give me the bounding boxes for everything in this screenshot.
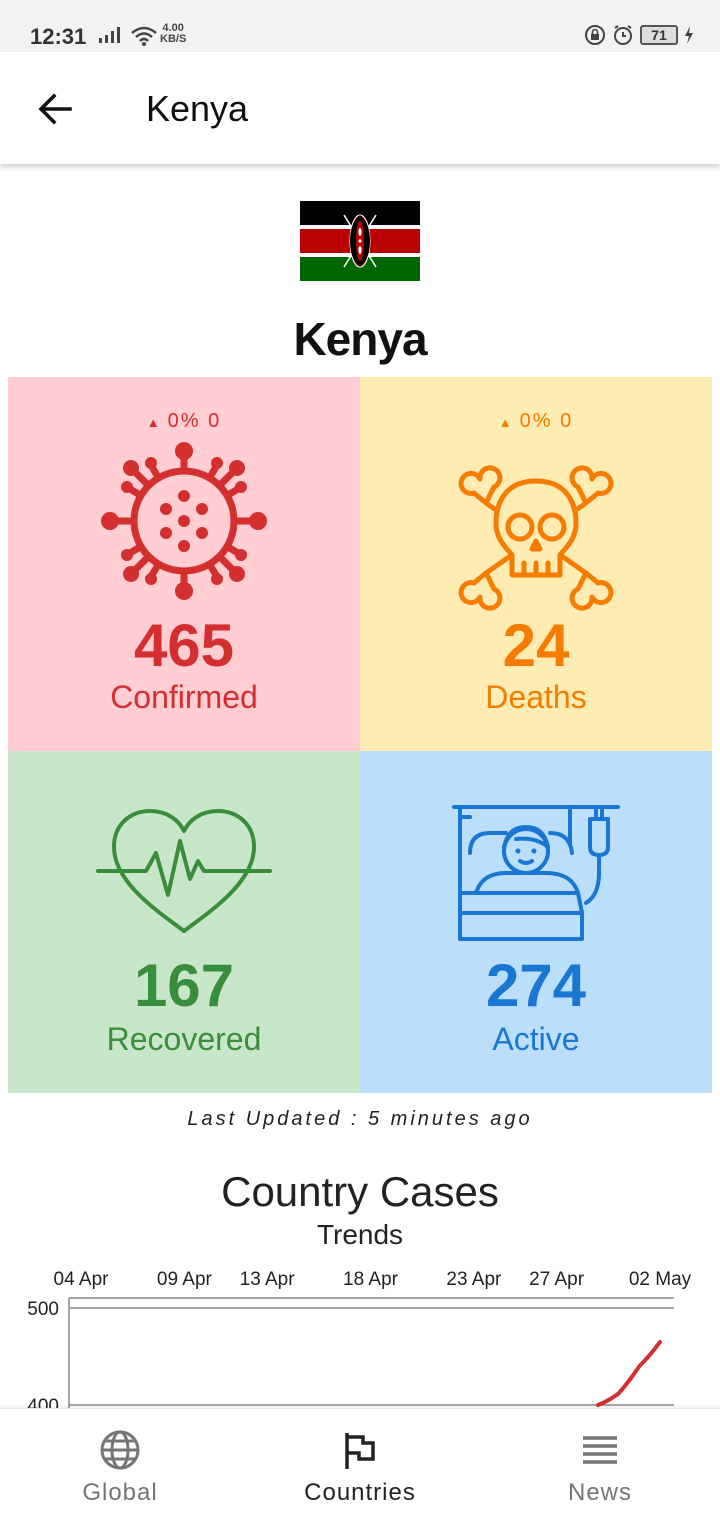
deaths-value: 24 bbox=[502, 612, 570, 679]
triangle-up-icon: ▲ bbox=[498, 415, 512, 430]
status-time: 12:31 bbox=[30, 24, 87, 49]
deaths-label: Deaths bbox=[485, 679, 587, 715]
triangle-up-icon: ▲ bbox=[146, 415, 160, 430]
kenya-flag-icon bbox=[300, 201, 420, 281]
x-tick-label: 23 Apr bbox=[446, 1269, 502, 1290]
skull-crossbones-icon bbox=[458, 465, 614, 611]
active-value: 274 bbox=[485, 952, 587, 1019]
x-tick-label: 09 Apr bbox=[157, 1269, 213, 1290]
battery-indicator: 71 bbox=[640, 25, 678, 45]
app-bar: Kenya bbox=[0, 52, 720, 164]
globe-icon bbox=[100, 1430, 140, 1470]
net-speed-unit: KB/S bbox=[160, 33, 187, 45]
confirmed-card[interactable]: ▲ 0% 0 465 Confirmed bbox=[8, 377, 360, 751]
news-icon bbox=[583, 1436, 617, 1464]
confirmed-delta-pct: 0% bbox=[167, 410, 201, 432]
deaths-delta-count: 0 bbox=[560, 410, 574, 432]
x-tick-label: 04 Apr bbox=[54, 1269, 110, 1290]
recovered-card[interactable]: 167 Recovered bbox=[8, 751, 360, 1093]
x-tick-label: 27 Apr bbox=[529, 1269, 585, 1290]
y-tick-label: 500 bbox=[27, 1299, 59, 1320]
net-speed: 4.00 KB/S bbox=[160, 23, 186, 45]
country-name: Kenya bbox=[293, 313, 427, 365]
alarm-icon bbox=[614, 25, 632, 45]
deaths-delta: ▲ 0% 0 bbox=[360, 410, 712, 433]
recovered-value: 167 bbox=[133, 952, 235, 1019]
confirmed-delta: ▲ 0% 0 bbox=[8, 410, 360, 433]
section-title: Country Cases bbox=[221, 1168, 499, 1215]
virus-icon bbox=[101, 442, 267, 600]
confirmed-value: 465 bbox=[133, 612, 235, 679]
x-tick-label: 13 Apr bbox=[240, 1269, 296, 1290]
x-tick-label: 02 May bbox=[629, 1269, 692, 1290]
nav-global[interactable]: Global bbox=[0, 1409, 240, 1520]
active-label: Active bbox=[492, 1021, 580, 1057]
series-line bbox=[595, 1339, 662, 1407]
heartbeat-icon bbox=[96, 809, 272, 933]
nav-news-label: News bbox=[567, 1479, 632, 1506]
section-subtitle: Trends bbox=[316, 1219, 404, 1250]
nav-news[interactable]: News bbox=[480, 1409, 720, 1520]
confirmed-delta-count: 0 bbox=[208, 410, 222, 432]
y-tick-label: 400 bbox=[27, 1396, 59, 1408]
lock-rotation-icon bbox=[585, 25, 605, 45]
charging-icon bbox=[685, 26, 693, 44]
status-bar: 12:31 4.00 KB/S 71 bbox=[0, 0, 720, 52]
trend-chart[interactable]: 04 Apr 09 Apr 13 Apr 18 Apr 23 Apr 27 Apr 02 M… bbox=[0, 1262, 720, 1408]
deaths-delta-pct: 0% bbox=[519, 410, 553, 432]
recovered-label: Recovered bbox=[106, 1021, 262, 1057]
patient-bed-icon bbox=[452, 805, 620, 941]
x-tick-label: 18 Apr bbox=[343, 1269, 399, 1290]
bottom-nav: Global Countries News bbox=[0, 1408, 720, 1520]
signal-icon bbox=[99, 27, 120, 43]
confirmed-label: Confirmed bbox=[110, 679, 258, 715]
nav-countries[interactable]: Countries bbox=[240, 1409, 480, 1520]
page-title: Kenya bbox=[146, 88, 249, 129]
active-card[interactable]: 274 Active bbox=[360, 751, 712, 1093]
arrow-left-icon[interactable] bbox=[30, 86, 80, 132]
last-updated: Last Updated : 5 minutes ago bbox=[187, 1108, 533, 1130]
wifi-icon bbox=[131, 26, 157, 46]
nav-countries-label: Countries bbox=[304, 1479, 416, 1506]
flag-icon bbox=[345, 1433, 375, 1469]
deaths-card[interactable]: ▲ 0% 0 24 Deaths bbox=[360, 377, 712, 751]
nav-global-label: Global bbox=[82, 1479, 158, 1506]
status-right: 71 bbox=[584, 24, 694, 46]
